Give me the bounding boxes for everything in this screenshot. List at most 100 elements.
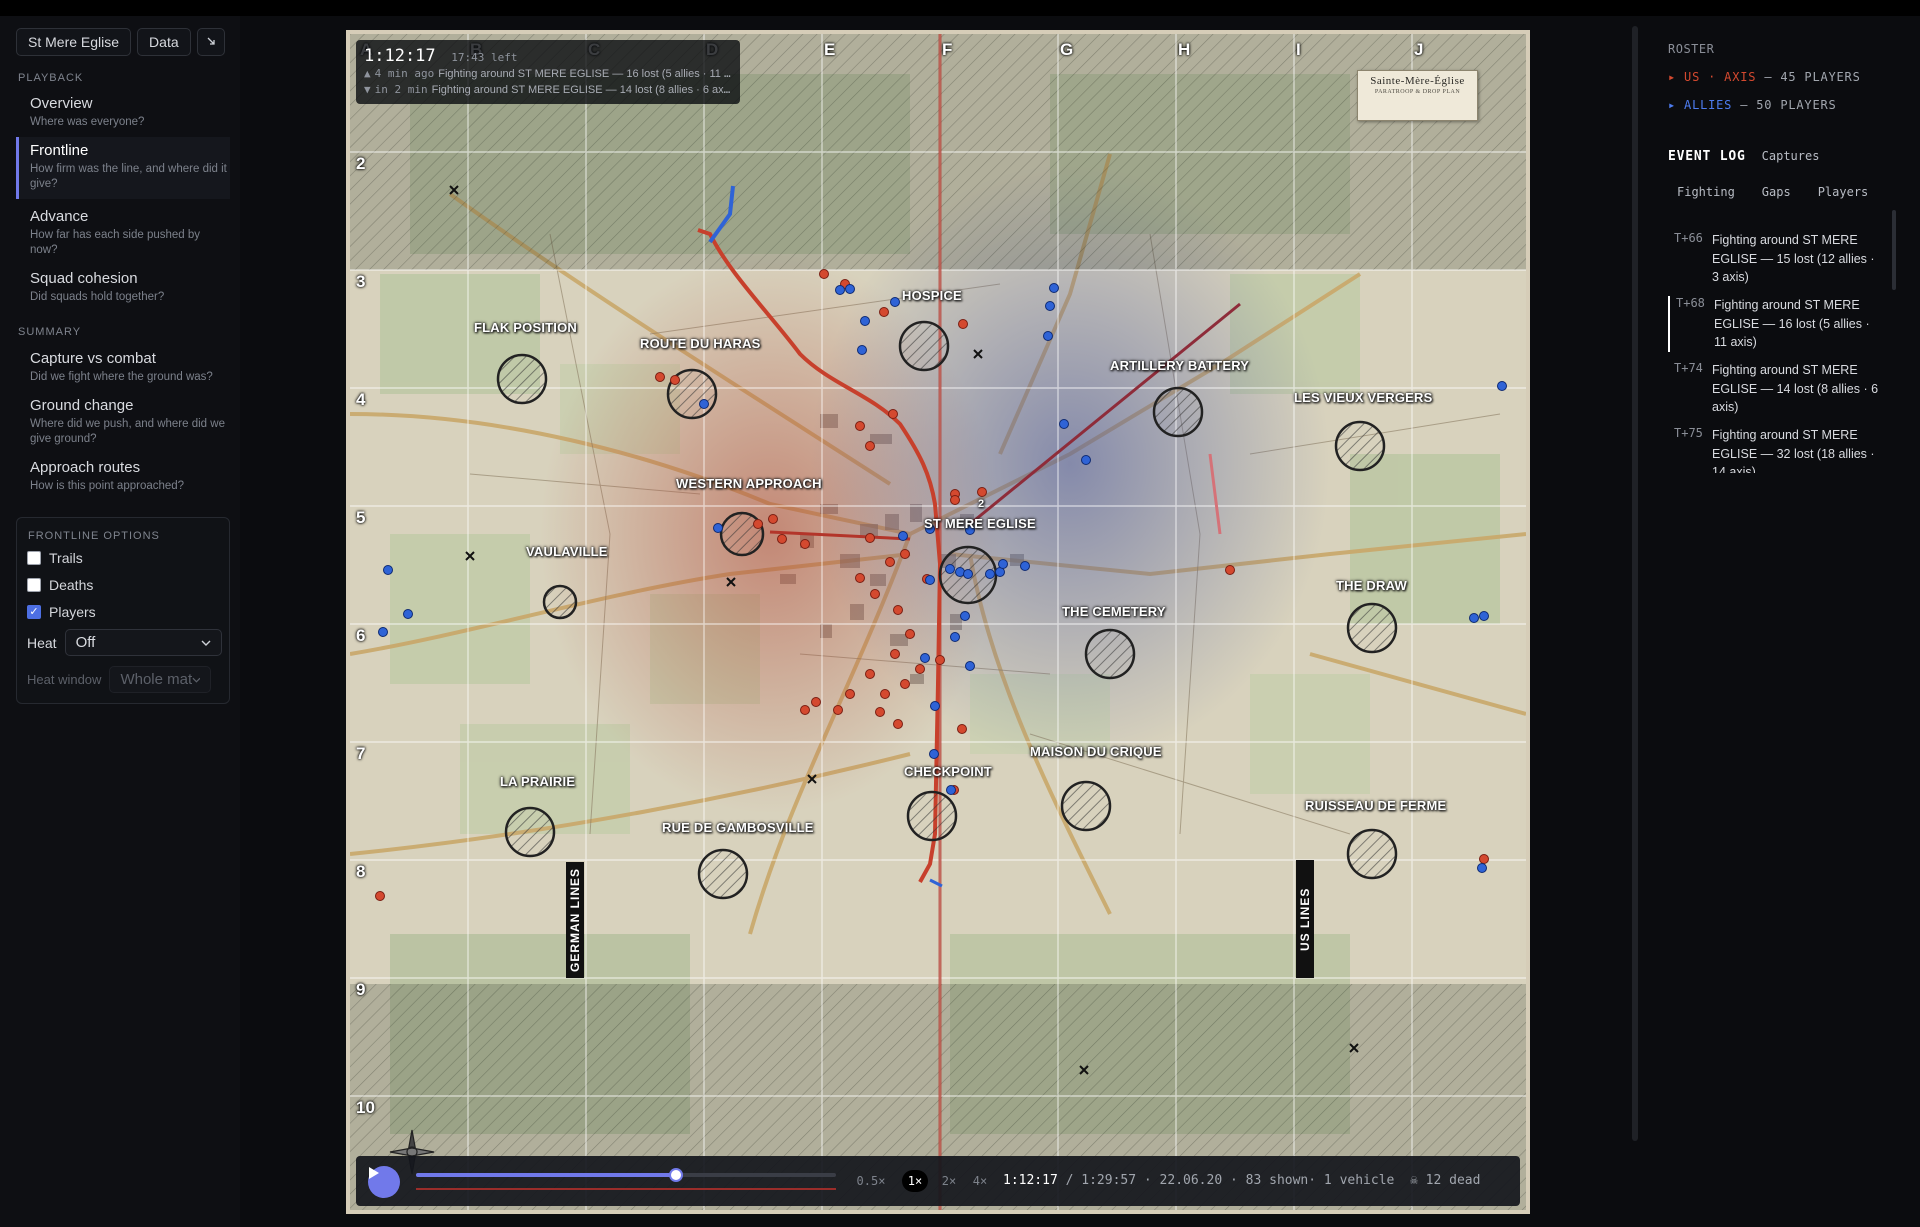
- subtab-gaps[interactable]: Gaps: [1762, 185, 1791, 199]
- heat-window-label: Heat window: [27, 672, 102, 687]
- nav-subtitle: Did we fight where the ground was?: [30, 371, 213, 383]
- nav-advance[interactable]: Advance How far has each side pushed by …: [16, 203, 230, 264]
- nav-overview[interactable]: Overview Where was everyone?: [16, 90, 230, 136]
- window-top-strip: [0, 0, 1920, 16]
- legend-subtitle: PARATROOP & DROP PLAN: [1374, 89, 1461, 95]
- allies-team: ▸ ALLIES: [1668, 98, 1733, 112]
- tactical-map[interactable]: A B C D E F G H I J 2 3 4 5 6 7 8 9 10 H…: [346, 30, 1530, 1214]
- play-icon: [369, 1167, 379, 1179]
- subtab-players[interactable]: Players: [1818, 185, 1869, 199]
- dead-count: 12 dead: [1425, 1173, 1481, 1188]
- map-canvas[interactable]: [350, 34, 1526, 1210]
- heat-label: Heat: [27, 634, 57, 651]
- deaths-checkbox[interactable]: [27, 578, 41, 592]
- timeline-when: in 2 min: [374, 83, 428, 96]
- heat-window-select[interactable]: Whole match: [109, 666, 212, 693]
- grid-row-9: 9: [356, 980, 366, 999]
- grid-row-2: 2: [356, 154, 366, 173]
- grid-row-5: 5: [356, 508, 366, 527]
- players-option[interactable]: ✓ Players: [27, 604, 96, 620]
- timeline-prev-event[interactable]: ▲ 4 min ago Fighting around ST MERE EGLISE…: [364, 66, 732, 82]
- nav-squad-cohesion[interactable]: Squad cohesion Did squads hold together?: [16, 265, 230, 311]
- log-item-current[interactable]: T+68 Fighting around ST MERE EGLISE — 16…: [1668, 296, 1904, 352]
- log-time: T+66: [1674, 231, 1703, 245]
- log-item[interactable]: T+75 Fighting around ST MERE EGLISE — 32…: [1668, 426, 1904, 473]
- nav-title: Ground change: [30, 397, 134, 414]
- current-time: 1:12:17: [1003, 1173, 1058, 1188]
- arrow-collapse-icon[interactable]: [196, 28, 225, 56]
- speed-0-5x[interactable]: 0.5×: [856, 1170, 886, 1192]
- grid-col-f: F: [942, 40, 953, 59]
- map-scrollbar[interactable]: [1632, 26, 1638, 1141]
- place-la-prairie: La Prairie: [500, 774, 576, 789]
- skull-icon: ☠: [1402, 1173, 1418, 1188]
- log-tabs: EVENT LOG Captures: [1668, 149, 1819, 164]
- roster-us-axis[interactable]: ▸ US · AXIS — 45 PLAYERS: [1668, 70, 1861, 84]
- us-axis-count: — 45 PLAYERS: [1764, 70, 1861, 84]
- event-log-list: T+66 Fighting around ST MERE EGLISE — 15…: [1650, 211, 1920, 473]
- sidebar: St Mere Eglise Data PLAYBACK Overview Wh…: [0, 16, 240, 1227]
- grid-row-10: 10: [356, 1098, 375, 1117]
- deaths-label: Deaths: [49, 577, 94, 593]
- map-legend-card: Sainte-Mère-Église PARATROOP & DROP PLAN: [1357, 70, 1478, 121]
- top-buttons: St Mere Eglise Data: [16, 28, 225, 56]
- trails-option[interactable]: Trails: [27, 550, 83, 566]
- vehicle-count: · 1 vehicle: [1308, 1173, 1395, 1188]
- log-item[interactable]: T+74 Fighting around ST MERE EGLISE — 14…: [1668, 361, 1904, 417]
- time-left: 17:43 left: [451, 51, 518, 64]
- nav-title: Advance: [30, 208, 89, 225]
- playback-status: 1:12:17 / 1:29:57 · 22.06.20 · 83 shown·…: [1003, 1173, 1480, 1188]
- grid-row-3: 3: [356, 272, 366, 291]
- place-western-approach: Western Approach: [676, 476, 822, 491]
- nav-title: Capture vs combat: [30, 350, 156, 367]
- timeline-scrubber[interactable]: [416, 1168, 836, 1182]
- nav-approach-routes[interactable]: Approach routes How is this point approa…: [16, 454, 230, 500]
- nav-ground-change[interactable]: Ground change Where did we push, and whe…: [16, 392, 230, 453]
- heat-window-row: Heat window Whole match: [27, 666, 212, 693]
- trails-checkbox[interactable]: [27, 551, 41, 565]
- nav-subtitle: Where was everyone?: [30, 116, 145, 128]
- log-subtabs: Fighting Gaps Players: [1677, 185, 1868, 199]
- grid-col-g: G: [1060, 40, 1074, 59]
- heat-row: Heat Off: [27, 629, 222, 656]
- speed-4x[interactable]: 4×: [965, 1170, 995, 1192]
- log-item[interactable]: T+66 Fighting around ST MERE EGLISE — 15…: [1668, 231, 1904, 287]
- nav-subtitle: How firm was the line, and where did it …: [30, 163, 227, 190]
- nav-subtitle: How far has each side pushed by now?: [30, 229, 201, 256]
- players-checkbox[interactable]: ✓: [27, 605, 41, 619]
- play-button[interactable]: [368, 1166, 400, 1198]
- log-message: Fighting around ST MERE EGLISE — 14 lost…: [1712, 363, 1879, 414]
- timeline-text: Fighting around ST MERE EGLISE — 16 lost…: [438, 68, 732, 80]
- map-select-button[interactable]: St Mere Eglise: [16, 28, 132, 56]
- nav-frontline[interactable]: Frontline How firm was the line, and whe…: [16, 137, 230, 199]
- log-message: Fighting around ST MERE EGLISE — 32 lost…: [1712, 428, 1875, 473]
- speed-2x[interactable]: 2×: [934, 1170, 964, 1192]
- scrubber-thumb[interactable]: [668, 1168, 683, 1182]
- log-message: Fighting around ST MERE EGLISE — 16 lost…: [1714, 298, 1870, 349]
- place-ruisseau-de-ferme: Ruisseau de Ferme: [1305, 798, 1447, 813]
- arrow-down-icon: ▼: [364, 83, 371, 96]
- grid-row-8: 8: [356, 862, 366, 881]
- data-button[interactable]: Data: [137, 28, 191, 56]
- nav-subtitle: Where did we push, and where did we give…: [30, 418, 225, 445]
- log-time: T+75: [1674, 426, 1703, 440]
- grid-row-6: 6: [356, 626, 366, 645]
- nav-subtitle: Did squads hold together?: [30, 291, 165, 303]
- roster-allies[interactable]: ▸ ALLIES — 50 PLAYERS: [1668, 98, 1837, 112]
- nav-capture-vs-combat[interactable]: Capture vs combat Did we fight where the…: [16, 345, 230, 391]
- tab-event-log[interactable]: EVENT LOG: [1668, 149, 1746, 164]
- log-time: T+68: [1676, 296, 1705, 310]
- place-rue-de-gambosville: Rue de Gambosville: [662, 820, 814, 835]
- speed-1x[interactable]: 1×: [902, 1170, 928, 1192]
- event-log-scrollbar[interactable]: [1892, 210, 1896, 290]
- place-the-draw: The Draw: [1336, 578, 1407, 593]
- allies-count: — 50 PLAYERS: [1740, 98, 1837, 112]
- heat-value: Off: [75, 634, 96, 651]
- place-hospice: Hospice: [902, 288, 962, 303]
- deaths-option[interactable]: Deaths: [27, 577, 93, 593]
- subtab-fighting[interactable]: Fighting: [1677, 185, 1735, 199]
- tab-captures[interactable]: Captures: [1762, 149, 1820, 163]
- heat-select[interactable]: Off: [64, 629, 222, 656]
- timeline-next-event[interactable]: ▼ in 2 min Fighting around ST MERE EGLISE …: [364, 82, 732, 98]
- players-label: Players: [49, 604, 96, 620]
